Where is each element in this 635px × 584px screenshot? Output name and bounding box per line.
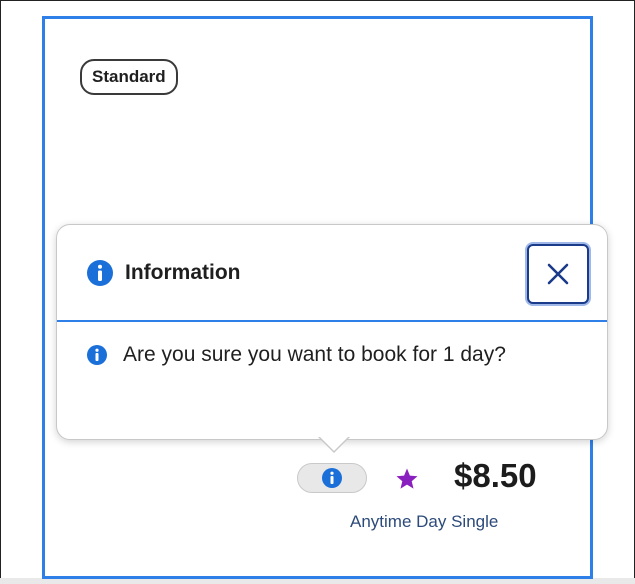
info-icon — [87, 260, 113, 286]
information-popover: Information Are you sure you want to boo… — [56, 224, 608, 440]
fare-price: $8.50 — [454, 457, 537, 494]
popover-message: Are you sure you want to book for 1 day? — [123, 343, 506, 366]
popover-caret — [319, 436, 349, 451]
star-icon — [396, 468, 418, 489]
info-icon — [322, 468, 342, 488]
fare-type-tag: Standard — [80, 59, 178, 95]
close-button[interactable] — [527, 244, 589, 304]
info-toggle-button[interactable] — [297, 463, 367, 493]
popover-title: Information — [125, 261, 241, 284]
popover-header: Information — [57, 225, 607, 322]
info-icon — [87, 345, 107, 365]
close-icon — [547, 263, 569, 285]
fare-name: Anytime Day Single — [350, 512, 499, 531]
